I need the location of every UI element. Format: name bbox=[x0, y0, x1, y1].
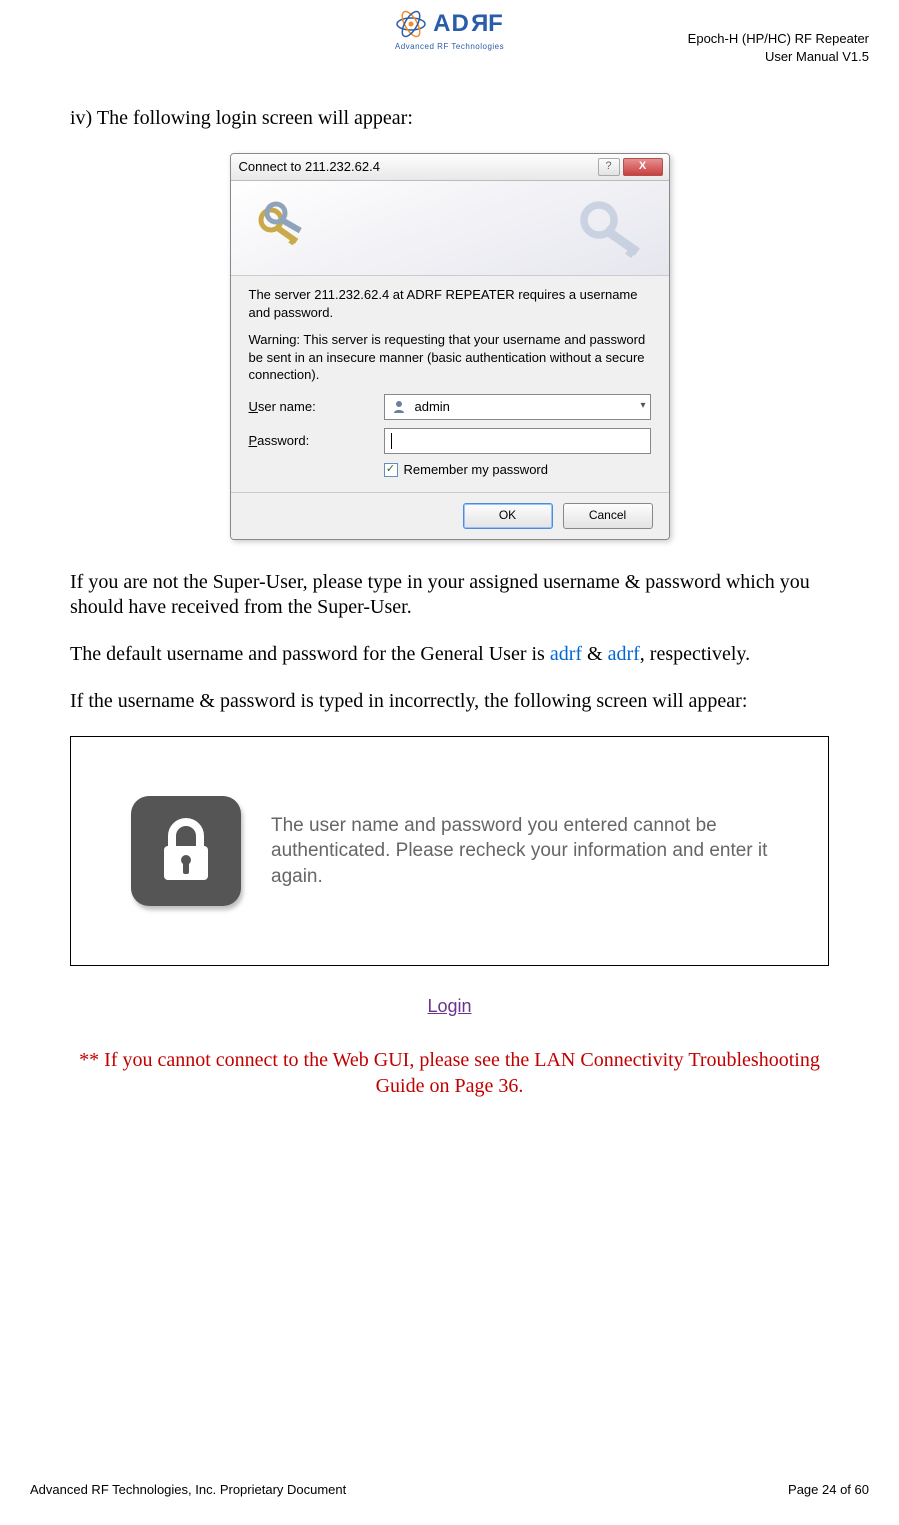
login-link[interactable]: Login bbox=[427, 996, 471, 1016]
login-dialog: Connect to 211.232.62.4 ? X bbox=[230, 153, 670, 540]
paragraph-after-dialog-1: If you are not the Super-User, please ty… bbox=[70, 570, 829, 620]
default-username: adrf bbox=[550, 643, 582, 665]
user-icon bbox=[391, 399, 407, 415]
help-button[interactable]: ? bbox=[598, 158, 620, 176]
doc-version: User Manual V1.5 bbox=[688, 48, 869, 66]
close-button[interactable]: X bbox=[623, 158, 663, 176]
banner-keys-bg-icon bbox=[569, 187, 659, 276]
dialog-banner bbox=[231, 181, 669, 276]
password-input[interactable] bbox=[384, 428, 651, 454]
paragraph-after-dialog-3: If the username & password is typed in i… bbox=[70, 689, 829, 714]
login-dialog-figure: Connect to 211.232.62.4 ? X bbox=[70, 153, 829, 540]
password-label: Password: bbox=[249, 433, 384, 449]
dialog-titlebar: Connect to 211.232.62.4 ? X bbox=[231, 154, 669, 181]
username-label: User name: bbox=[249, 399, 384, 415]
footer-right: Page 24 of 60 bbox=[788, 1482, 869, 1497]
default-password: adrf bbox=[608, 643, 640, 665]
dialog-message-1: The server 211.232.62.4 at ADRF REPEATER… bbox=[249, 286, 651, 321]
text-caret bbox=[391, 433, 392, 449]
page-footer: Advanced RF Technologies, Inc. Proprieta… bbox=[30, 1482, 869, 1497]
ok-button[interactable]: OK bbox=[463, 503, 553, 529]
logo-text-f: F bbox=[488, 10, 504, 37]
paragraph-after-dialog-2: The default username and password for th… bbox=[70, 642, 829, 667]
dropdown-icon[interactable]: ▾ bbox=[640, 400, 645, 413]
auth-error-figure: The user name and password you entered c… bbox=[70, 736, 829, 966]
header-meta: Epoch-H (HP/HC) RF Repeater User Manual … bbox=[688, 30, 869, 66]
troubleshooting-note: ** If you cannot connect to the Web GUI,… bbox=[30, 1047, 869, 1099]
login-link-container: Login bbox=[30, 996, 869, 1017]
footer-left: Advanced RF Technologies, Inc. Proprieta… bbox=[30, 1482, 346, 1497]
remember-checkbox[interactable] bbox=[384, 463, 398, 477]
logo-text-r: R bbox=[470, 10, 488, 38]
username-input[interactable]: admin ▾ bbox=[384, 394, 651, 420]
atom-icon bbox=[395, 8, 427, 40]
dialog-message-2: Warning: This server is requesting that … bbox=[249, 331, 651, 384]
lock-icon bbox=[131, 796, 241, 906]
logo-text-ad: AD bbox=[433, 10, 470, 37]
username-value: admin bbox=[415, 399, 450, 415]
auth-error-text: The user name and password you entered c… bbox=[271, 813, 798, 890]
dialog-title: Connect to 211.232.62.4 bbox=[239, 159, 598, 175]
doc-title: Epoch-H (HP/HC) RF Repeater bbox=[688, 30, 869, 48]
remember-label: Remember my password bbox=[404, 462, 549, 478]
intro-text: iv) The following login screen will appe… bbox=[70, 106, 829, 131]
cancel-button[interactable]: Cancel bbox=[563, 503, 653, 529]
keys-icon bbox=[251, 198, 311, 258]
logo-text: ADRF bbox=[433, 10, 504, 38]
